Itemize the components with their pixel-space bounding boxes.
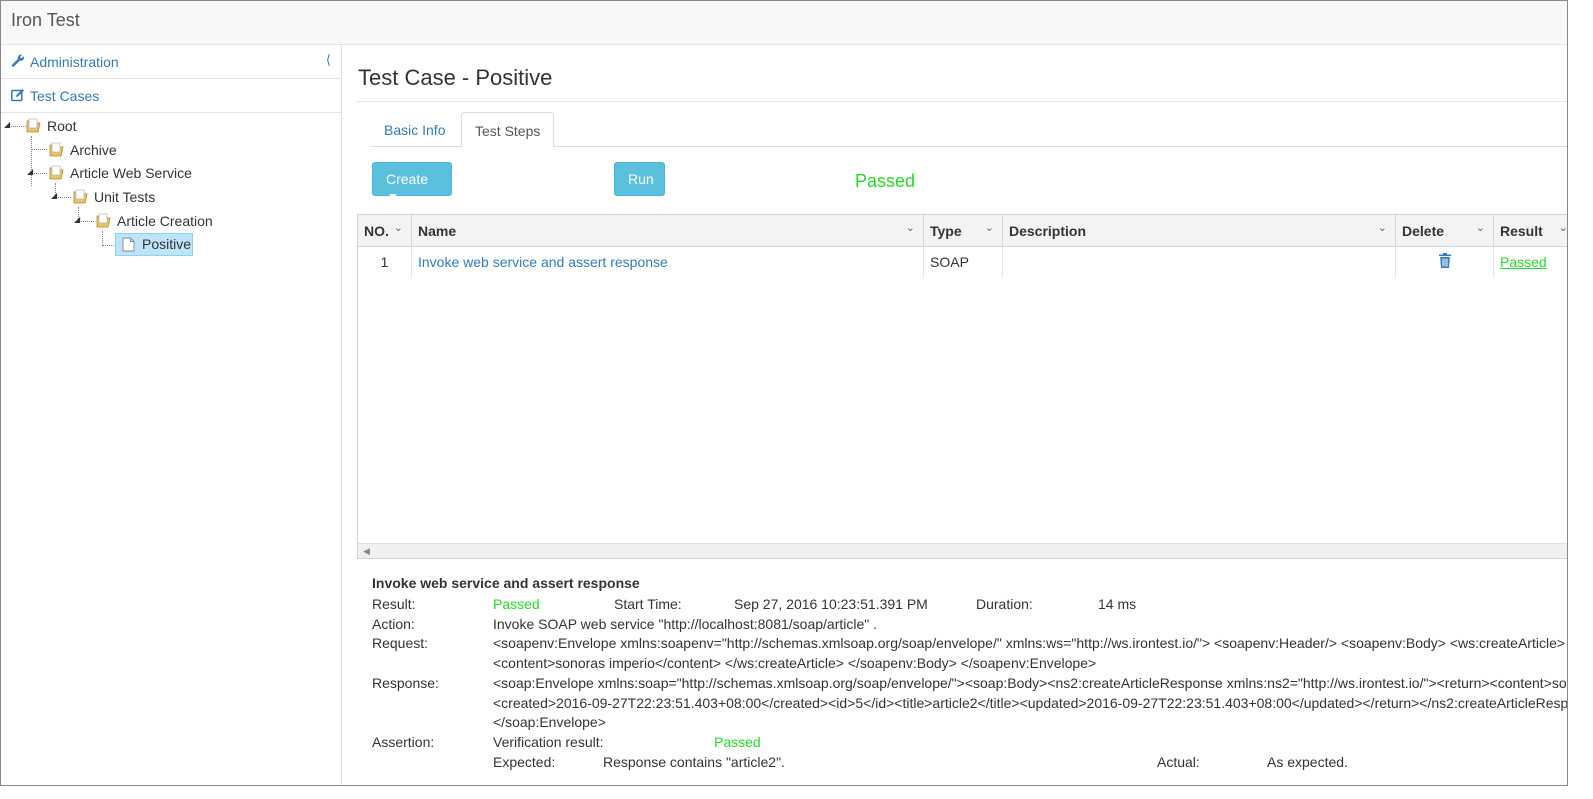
expected-value: Response contains "article2". xyxy=(603,754,785,770)
cell-no: 1 xyxy=(358,247,412,278)
edit-icon xyxy=(11,89,24,102)
page-title: Test Case - Positive xyxy=(358,65,553,90)
grid-header: NO. ⌄ Name ⌄ Type ⌄ Description ⌄ Delete ⌄ Re… xyxy=(358,215,1567,247)
column-header-description[interactable]: Description ⌄ xyxy=(1003,215,1396,247)
sidebar-item-administration[interactable]: Administration ⟨ xyxy=(1,45,341,79)
app-window: Iron Test Administration ⟨ Test Cases ◢ … xyxy=(0,0,1568,786)
run-button[interactable]: Run xyxy=(614,162,665,196)
actual-value: As expected. xyxy=(1267,754,1348,770)
action-label: Action: xyxy=(372,616,415,632)
start-time-value: Sep 27, 2016 10:23:51.391 PM xyxy=(734,596,928,612)
expand-triangle-icon[interactable]: ◢ xyxy=(27,167,33,176)
navbar: Iron Test xyxy=(1,1,1567,45)
duration-value: 14 ms xyxy=(1098,596,1137,612)
create-button[interactable]: Create xyxy=(372,162,452,199)
response-text: </soap:Envelope> xyxy=(493,714,606,730)
column-header-result[interactable]: Result ⌄ xyxy=(1494,215,1567,247)
test-steps-grid: NO. ⌄ Name ⌄ Type ⌄ Description ⌄ Delete ⌄ Re… xyxy=(357,214,1567,559)
tab-bar: Basic Info Test Steps xyxy=(371,112,1567,148)
main-content: Test Case - Positive Basic Info Test Ste… xyxy=(343,45,1567,785)
response-text: <created>2016-09-27T22:23:51.403+08:00</… xyxy=(493,695,1568,711)
sidebar-item-label: Test Cases xyxy=(30,88,100,104)
request-text: <soapenv:Envelope xmlns:soapenv="http://… xyxy=(493,635,1567,651)
duration-label: Duration: xyxy=(976,596,1033,612)
app-title[interactable]: Iron Test xyxy=(11,10,80,31)
start-time-label: Start Time: xyxy=(614,596,682,612)
verification-value: Passed xyxy=(714,734,761,750)
actual-label: Actual: xyxy=(1157,754,1200,770)
tab-basic-info[interactable]: Basic Info xyxy=(371,112,458,147)
response-label: Response: xyxy=(372,675,439,691)
folder-icon xyxy=(49,165,64,180)
cell-description xyxy=(1003,247,1396,278)
chevron-down-icon[interactable]: ⌄ xyxy=(985,221,994,234)
cell-delete xyxy=(1396,247,1494,278)
chevron-down-icon[interactable]: ⌄ xyxy=(1476,221,1485,234)
response-text: <soap:Envelope xmlns:soap="http://schema… xyxy=(493,675,1568,691)
column-header-name[interactable]: Name ⌄ xyxy=(412,215,924,247)
verification-label: Verification result: xyxy=(493,734,604,750)
result-link[interactable]: Passed xyxy=(1500,254,1547,270)
column-header-type[interactable]: Type ⌄ xyxy=(924,215,1003,247)
sidebar-item-label: Administration xyxy=(30,54,119,70)
chevron-down-icon[interactable]: ⌄ xyxy=(1559,221,1567,234)
tree-node-positive[interactable]: Positive xyxy=(115,233,193,256)
folder-icon xyxy=(96,213,111,228)
chevron-down-icon[interactable]: ⌄ xyxy=(1378,221,1387,234)
cell-name: Invoke web service and assert response xyxy=(412,247,924,278)
file-icon xyxy=(122,237,135,252)
test-case-tree: ◢ ◢ ◢ ◢ Root Archive Article Web Service… xyxy=(1,114,341,274)
horizontal-scrollbar[interactable]: ◀ xyxy=(358,543,1567,558)
sidebar: Administration ⟨ Test Cases ◢ ◢ ◢ ◢ Root… xyxy=(1,45,342,785)
assertion-label: Assertion: xyxy=(372,734,435,750)
wrench-icon xyxy=(11,54,24,67)
details-title: Invoke web service and assert response xyxy=(372,575,640,591)
scroll-left-icon[interactable]: ◀ xyxy=(363,546,370,557)
expand-triangle-icon[interactable]: ◢ xyxy=(51,191,57,200)
request-label: Request: xyxy=(372,635,429,651)
result-value: Passed xyxy=(493,596,540,612)
column-header-delete[interactable]: Delete ⌄ xyxy=(1396,215,1494,247)
folder-icon xyxy=(26,118,41,133)
result-label: Result: xyxy=(372,596,416,612)
caret-down-icon xyxy=(389,194,397,199)
chevron-down-icon[interactable]: ⌄ xyxy=(394,221,403,234)
folder-icon xyxy=(49,142,64,157)
folder-icon xyxy=(73,189,88,204)
divider xyxy=(357,101,1567,102)
request-text: <content>sonoras imperio</content> </ws:… xyxy=(493,655,1097,671)
expected-label: Expected: xyxy=(493,754,556,770)
cell-result: Passed xyxy=(1494,247,1567,278)
column-header-no[interactable]: NO. ⌄ xyxy=(358,215,412,247)
chevron-down-icon[interactable]: ⌄ xyxy=(906,221,915,234)
table-row[interactable]: 1 Invoke web service and assert response… xyxy=(358,247,1567,278)
cell-type: SOAP xyxy=(924,247,1003,278)
tab-test-steps[interactable]: Test Steps xyxy=(461,112,555,148)
test-step-link[interactable]: Invoke web service and assert response xyxy=(418,254,668,270)
expand-triangle-icon[interactable]: ◢ xyxy=(74,215,80,224)
trash-icon[interactable] xyxy=(1438,253,1451,268)
action-value: Invoke SOAP web service "http://localhos… xyxy=(493,616,877,632)
chevron-left-icon[interactable]: ⟨ xyxy=(326,52,331,68)
sidebar-item-test-cases[interactable]: Test Cases xyxy=(1,79,341,113)
expand-triangle-icon[interactable]: ◢ xyxy=(4,120,10,129)
run-status: Passed xyxy=(855,171,916,191)
